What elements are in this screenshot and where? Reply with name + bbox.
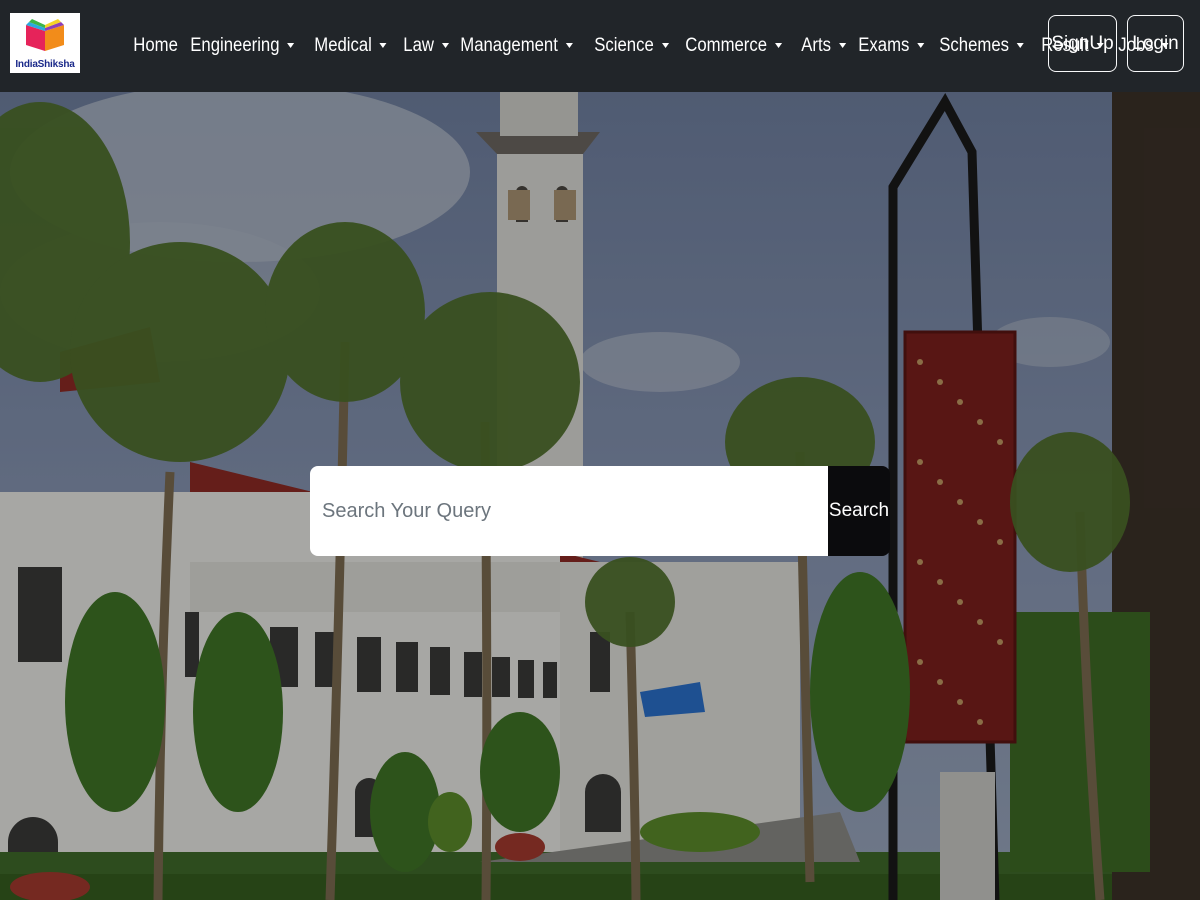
logo-text: IndiaShiksha: [15, 59, 75, 70]
caret-down-icon: [838, 42, 846, 48]
caret-down-icon: [774, 42, 782, 48]
caret-down-icon: [1016, 42, 1024, 48]
caret-down-icon: [566, 42, 574, 48]
nav-home[interactable]: Home: [128, 35, 183, 57]
nav-engineering[interactable]: Engineering: [185, 35, 300, 57]
login-button[interactable]: Login: [1127, 15, 1184, 72]
nav-science[interactable]: Science: [589, 35, 674, 57]
search-form: Search: [310, 466, 890, 556]
nav-law[interactable]: Law: [398, 35, 454, 57]
brand-logo[interactable]: IndiaShiksha: [10, 13, 80, 73]
nav-management[interactable]: Management: [455, 35, 578, 57]
caret-down-icon: [441, 42, 449, 48]
book-logo-icon: [26, 19, 64, 51]
caret-down-icon: [379, 42, 387, 48]
signup-button[interactable]: SignUp: [1048, 15, 1117, 72]
nav-exams[interactable]: Exams: [853, 35, 930, 57]
search-input[interactable]: [310, 466, 828, 556]
nav-medical[interactable]: Medical: [309, 35, 392, 57]
caret-down-icon: [916, 42, 925, 48]
nav-schemes[interactable]: Schemes: [934, 35, 1029, 57]
caret-down-icon: [287, 42, 295, 48]
search-button[interactable]: Search: [828, 466, 890, 556]
main-menu: Home Engineering Medical Law Management …: [128, 0, 1176, 92]
nav-arts[interactable]: Arts: [796, 35, 851, 57]
caret-down-icon: [662, 42, 670, 48]
nav-commerce[interactable]: Commerce: [680, 35, 787, 57]
top-navbar: IndiaShiksha Home Engineering Medical La…: [0, 0, 1200, 92]
